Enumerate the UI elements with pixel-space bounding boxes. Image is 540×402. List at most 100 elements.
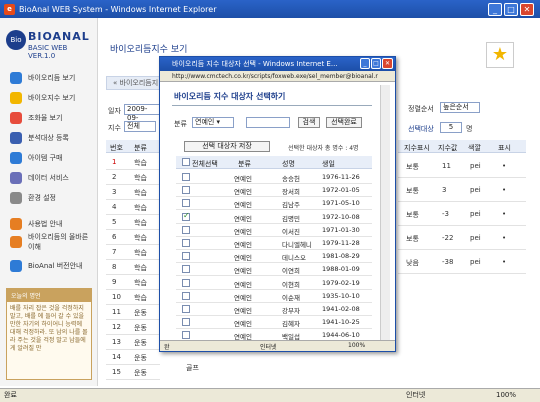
sidebar-item-label: 사용법 안내 [28, 220, 63, 228]
sidebar-item-8[interactable]: 바이오리듬의 올바른 이해 [10, 233, 96, 251]
member-cat: 연예인 [234, 320, 252, 329]
status-zoom[interactable]: 100% [496, 389, 516, 402]
search-input[interactable] [246, 117, 290, 128]
table-row[interactable]: 12 운동 [106, 320, 160, 335]
selected-count: 선택한 대상자 총 명수 : 4명 [288, 145, 359, 152]
row-category: 운동 [134, 354, 147, 362]
index-row[interactable]: 보통 -22 pei • [398, 228, 526, 250]
member-checkbox[interactable] [182, 291, 190, 300]
member-checkbox[interactable] [182, 265, 190, 274]
select-done-button[interactable]: 선택완료 [326, 117, 362, 128]
member-birth: 1971-01-30 [322, 225, 360, 234]
member-row[interactable]: 연예인 김혜자 1941-10-25 [176, 315, 372, 330]
member-checkbox[interactable] [182, 252, 190, 261]
member-row[interactable]: 연예인 강부자 1941-02-08 [176, 302, 372, 316]
table-row[interactable]: 11 운동 [106, 305, 160, 320]
sidebar-item-label: 아이템 구매 [28, 154, 63, 162]
minimize-button[interactable]: _ [488, 3, 502, 16]
row-category: 학습 [134, 279, 147, 287]
save-selection-button[interactable]: 선택 대상자 저장 [184, 141, 270, 152]
table-row[interactable]: 6 학습 [106, 230, 160, 245]
sidebar-item-3[interactable]: 분석대상 등록 [10, 130, 96, 146]
member-row[interactable]: 연예인 김남주 1971-05-10 [176, 196, 372, 211]
row-category: 운동 [134, 339, 147, 347]
member-name: 김남주 [282, 201, 300, 210]
sidebar-item-1[interactable]: 바이오지수 보기 [10, 90, 96, 106]
index-value: -3 [442, 210, 449, 218]
popup-minimize-button[interactable]: _ [360, 58, 370, 69]
member-row[interactable]: 연예인 이순재 1935-10-10 [176, 289, 372, 303]
sidebar-item-icon [10, 172, 22, 184]
sidebar-item-5[interactable]: 데이터 서비스 [10, 170, 96, 186]
member-birth: 1971-05-10 [322, 199, 360, 208]
member-checkbox[interactable] [182, 331, 190, 340]
table-row[interactable]: 14 운동 [106, 350, 160, 365]
member-row[interactable]: 연예인 이현희 1979-02-19 [176, 276, 372, 290]
member-checkbox[interactable] [182, 305, 190, 313]
maximize-button[interactable]: □ [504, 3, 518, 16]
member-row[interactable]: 연예인 장서희 1972-01-05 [176, 183, 372, 198]
table-row[interactable]: 13 운동 [106, 335, 160, 350]
member-checkbox[interactable] [182, 173, 190, 181]
member-row[interactable]: 연예인 이서진 1971-01-30 [176, 223, 372, 237]
member-name: 장서희 [282, 188, 300, 197]
index-label: 보통 [406, 187, 419, 195]
sort-select[interactable]: 높은순서 [440, 102, 480, 113]
member-checkbox[interactable] [182, 199, 190, 208]
table-row[interactable]: 15 운동 [106, 365, 160, 380]
sidebar-item-2[interactable]: 조화율 보기 [10, 110, 96, 126]
col-mark: 표시 [498, 144, 511, 152]
sidebar-item-0[interactable]: 바이오리듬 보기 [10, 70, 96, 86]
sidebar-item-6[interactable]: 환경 설정 [10, 190, 96, 206]
sidebar-item-label: 환경 설정 [28, 194, 56, 202]
sidebar-item-4[interactable]: 아이템 구매 [10, 150, 96, 166]
table-row[interactable]: 3 학습 [106, 185, 160, 200]
favorite-star-icon[interactable]: ★ [486, 42, 514, 68]
sidebar-item-9[interactable]: BioAnal 버전안내 [10, 258, 96, 274]
member-checkbox[interactable] [182, 318, 190, 327]
index-row[interactable]: 보통 -3 pei • [398, 204, 526, 226]
filter-select[interactable]: 연예인 ▾ [192, 117, 234, 128]
table-row[interactable]: 5 학습 [106, 215, 160, 230]
table-row[interactable]: 2 학습 [106, 170, 160, 185]
member-birth: 1981-08-29 [322, 252, 360, 261]
member-birth: 1941-10-25 [322, 318, 360, 327]
index-row[interactable]: 보통 11 pei • [398, 156, 526, 178]
index-mark: • [502, 186, 507, 194]
member-checkbox[interactable] [182, 278, 190, 287]
table-row[interactable]: 9 학습 [106, 275, 160, 290]
member-checkbox[interactable] [182, 211, 190, 221]
popup-zoom[interactable]: 100% [348, 342, 365, 349]
close-button[interactable]: ✕ [520, 3, 534, 16]
member-checkbox[interactable] [182, 186, 190, 195]
member-row[interactable]: 연예인 김명민 1972-10-08 [176, 210, 372, 224]
select-all-checkbox[interactable] [182, 158, 190, 166]
popup-scrollbar[interactable] [380, 85, 390, 347]
member-checkbox[interactable] [182, 239, 190, 247]
table-row[interactable]: 1 학습 [106, 155, 160, 170]
search-button[interactable]: 검색 [298, 117, 320, 128]
member-row[interactable]: 연예인 데니스오 1981-08-29 [176, 249, 372, 264]
table-row[interactable]: 10 학습 [106, 290, 160, 305]
sidebar-item-icon [10, 218, 22, 230]
popup-close-button[interactable]: ✕ [382, 58, 393, 69]
member-row[interactable]: 연예인 송승헌 1976-11-26 [176, 170, 372, 184]
index-mark: • [502, 258, 507, 266]
member-cat: 연예인 [234, 201, 252, 210]
member-row[interactable]: 연예인 다니엘헤니 1979-11-28 [176, 236, 372, 250]
table-row[interactable]: 8 학습 [106, 260, 160, 275]
index-select[interactable]: 전체 [124, 121, 156, 132]
table-row[interactable]: 4 학습 [106, 200, 160, 215]
member-row[interactable]: 연예인 이연희 1988-01-09 [176, 262, 372, 277]
index-row[interactable]: 보통 3 pei • [398, 180, 526, 202]
sidebar-item-7[interactable]: 사용법 안내 [10, 216, 96, 232]
popup-maximize-button[interactable]: □ [371, 58, 381, 69]
date-input[interactable]: 2009-09- [124, 104, 160, 122]
member-checkbox[interactable] [182, 225, 190, 234]
row-no: 13 [112, 338, 121, 346]
popup-address-bar[interactable]: http://www.cmctech.co.kr/scripts/foxweb.… [160, 71, 395, 82]
table-row[interactable]: 7 학습 [106, 245, 160, 260]
index-row[interactable]: 낮음 -38 pei • [398, 252, 526, 274]
member-birth: 1976-11-26 [322, 173, 360, 181]
row-category: 학습 [134, 294, 147, 302]
